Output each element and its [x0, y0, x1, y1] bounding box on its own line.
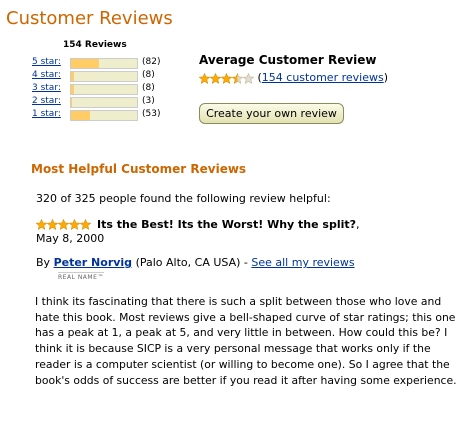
- reviewer-name-link[interactable]: Peter Norvig: [54, 256, 133, 269]
- histogram-bar: [70, 58, 138, 69]
- histogram-bar: [70, 97, 138, 108]
- review-title-line: Its the Best! Its the Worst! Why the spl…: [36, 214, 360, 233]
- histogram-link-5-star[interactable]: 5 star:: [32, 57, 61, 67]
- customer-reviews-link[interactable]: 154 customer reviews: [262, 71, 384, 84]
- histogram-count: (53): [142, 109, 161, 119]
- review-title: Its the Best! Its the Worst! Why the spl…: [97, 218, 357, 231]
- create-review-button[interactable]: Create your own review: [199, 103, 344, 124]
- histogram-count: (8): [142, 70, 155, 80]
- most-helpful-heading: Most Helpful Customer Reviews: [31, 162, 247, 176]
- histogram-bar-fill: [71, 98, 73, 107]
- star-icon: [68, 219, 81, 230]
- histogram-bar-fill: [71, 59, 100, 68]
- histogram-bar-fill: [71, 85, 74, 94]
- star-icon: [36, 219, 48, 230]
- star-icon: [220, 72, 233, 84]
- real-name-badge[interactable]: REAL NAME™: [58, 272, 104, 281]
- review-byline: By Peter Norvig (Palo Alto, CA USA) - Se…: [36, 256, 355, 269]
- histogram-bar-fill: [71, 111, 91, 120]
- histogram-link-2-star[interactable]: 2 star:: [32, 96, 61, 106]
- histogram-row-4: 4 star: (8): [32, 70, 192, 83]
- by-label: By: [36, 256, 51, 269]
- average-rating-block: Average Customer Review (154 customer re…: [199, 53, 388, 84]
- histogram-total: 154 Reviews: [63, 40, 127, 50]
- histogram-count: (8): [142, 83, 155, 93]
- page-title: Customer Reviews: [6, 8, 173, 29]
- helpful-votes-text: 320 of 325 people found the following re…: [36, 192, 331, 205]
- empty-star-icon: [242, 72, 254, 84]
- review-star-rating: [36, 219, 91, 230]
- review-date: May 8, 2000: [36, 232, 105, 245]
- star-icon: [57, 219, 70, 230]
- histogram-link-1-star[interactable]: 1 star:: [32, 109, 61, 119]
- histogram-row-3: 3 star: (8): [32, 83, 192, 96]
- star-icon: [46, 219, 59, 230]
- star-icon: [209, 72, 222, 84]
- half-star-icon: [231, 72, 244, 84]
- histogram-bar: [70, 110, 138, 121]
- average-rating-heading: Average Customer Review: [199, 53, 377, 67]
- histogram-count: (82): [142, 57, 161, 67]
- histogram-link-4-star[interactable]: 4 star:: [32, 70, 61, 80]
- byline-separator: -: [240, 256, 252, 269]
- reviewer-location: (Palo Alto, CA USA): [135, 256, 241, 269]
- histogram-count: (3): [142, 96, 155, 106]
- close-paren: ): [383, 71, 388, 84]
- histogram-link-3-star[interactable]: 3 star:: [32, 83, 61, 93]
- average-star-rating: [199, 72, 254, 84]
- star-icon: [199, 72, 211, 84]
- histogram-row-1: 1 star: (53): [32, 109, 192, 122]
- histogram-bar-fill: [71, 72, 74, 81]
- histogram-bar: [70, 71, 138, 82]
- see-all-reviews-link[interactable]: See all my reviews: [251, 256, 354, 269]
- histogram-row-2: 2 star: (3): [32, 96, 192, 109]
- review-title-suffix: ,: [356, 218, 360, 231]
- histogram-row-5: 5 star: (82): [32, 57, 192, 70]
- histogram-bar: [70, 84, 138, 95]
- review-body: I think its fascinating that there is su…: [35, 295, 457, 387]
- average-rating-line: (154 customer reviews): [199, 71, 388, 85]
- star-icon: [79, 219, 91, 230]
